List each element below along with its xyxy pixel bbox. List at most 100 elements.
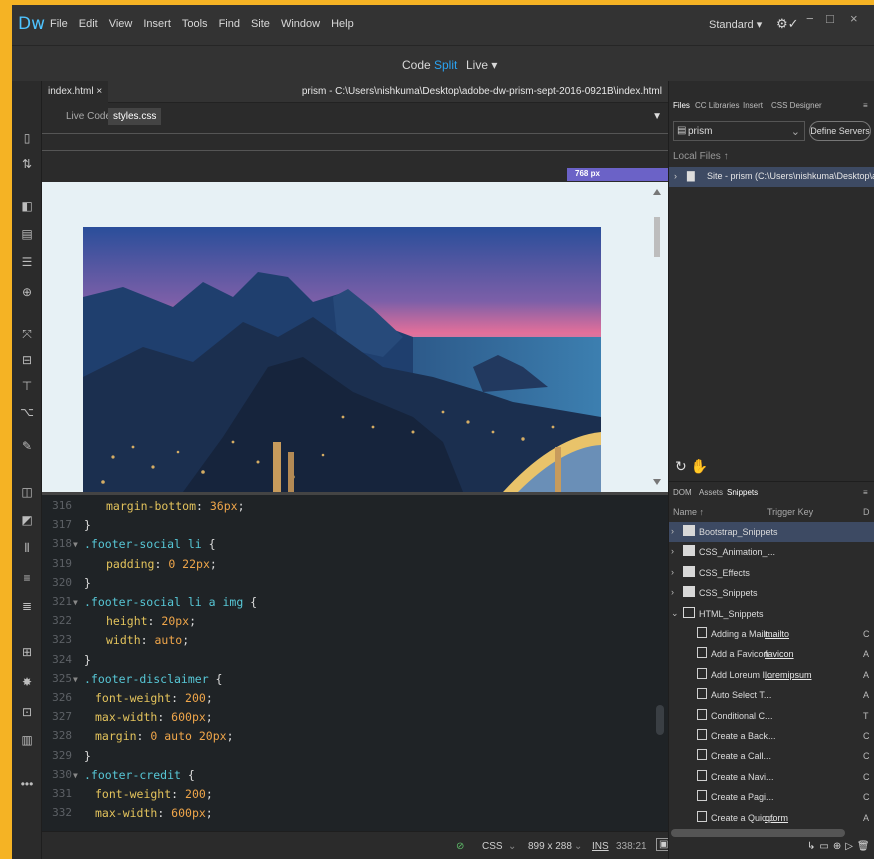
sun-icon[interactable]: ✸ (20, 675, 34, 689)
snippet-folder[interactable]: ⌄ HTML_Snippets (669, 604, 874, 624)
site-select[interactable]: ▤ prism ⌄ (673, 121, 805, 141)
fold-arrow-icon[interactable]: ▼ (73, 675, 78, 684)
snippet-icon[interactable]: ⊞ (20, 645, 34, 659)
snippets-menu-icon[interactable]: ≡ (863, 488, 868, 497)
document-type-select[interactable]: CSS (482, 841, 503, 852)
menu-view[interactable]: View (109, 18, 133, 30)
snippets-scrollbar[interactable] (671, 829, 845, 837)
menu-help[interactable]: Help (331, 18, 354, 30)
close-icon[interactable]: × (850, 11, 858, 26)
inspect-icon[interactable]: ▤ (20, 227, 34, 241)
screen-icon[interactable]: ⊡ (20, 705, 34, 719)
menu-site[interactable]: Site (251, 18, 270, 30)
left-toolbar: ▯ ⇅ ◧ ▤ ☰ ⊕ ⤧ ⊟ ⊤ ⌥ ✎ ◫ ◩ ⦀ ≡ ≣ ⊞ ✸ ⊡ ▥ … (12, 81, 42, 859)
insert-mode[interactable]: INS (592, 841, 609, 852)
snippet-item[interactable]: Create a Navi... C (669, 767, 874, 787)
viewport-width-indicator[interactable]: 768 px (567, 168, 668, 181)
site-root-row[interactable]: › ▇ Site - prism (C:\Users\nishkuma\Desk… (669, 167, 874, 187)
related-file-styles[interactable]: styles.css (108, 108, 162, 125)
snippet-item[interactable]: Adding a Mailt... mailto C (669, 624, 874, 644)
snippet-folder[interactable]: › Bootstrap_Snippets (669, 522, 874, 542)
language-dropdown-icon[interactable]: ⌄ (508, 841, 516, 852)
code-text: } (84, 518, 91, 532)
expand-icon[interactable]: ⤧ (20, 327, 34, 341)
expand-arrow-icon[interactable]: › (671, 587, 674, 597)
tab-snippets[interactable]: Snippets (727, 488, 758, 497)
snippet-trigger-key: qform (765, 812, 789, 823)
sync-settings-icon[interactable]: ⚙✓ (776, 16, 799, 32)
expand-arrow-icon[interactable]: › (671, 546, 674, 556)
menu-edit[interactable]: Edit (79, 18, 98, 30)
line-numbers-icon[interactable]: ☰ (20, 255, 34, 269)
snippet-item[interactable]: Add Loreum I... loremipsum A (669, 665, 874, 685)
define-servers-button[interactable]: Define Servers (809, 121, 871, 141)
menu-file[interactable]: File (50, 18, 68, 30)
tab-dom[interactable]: DOM (673, 488, 692, 497)
snippet-folder[interactable]: › CSS_Animation_... (669, 542, 874, 562)
snippet-folder[interactable]: › CSS_Snippets (669, 583, 874, 603)
line-number: 323 (52, 633, 72, 647)
snippet-item[interactable]: Create a Call... C (669, 746, 874, 766)
size-dropdown-icon[interactable]: ⌄ (574, 841, 582, 852)
tab-assets[interactable]: Assets (699, 488, 723, 497)
target-icon[interactable]: ⊕ (20, 285, 34, 299)
snippet-item[interactable]: Auto Select T... A (669, 685, 874, 705)
menu-find[interactable]: Find (219, 18, 240, 30)
tab-files[interactable]: Files (673, 101, 690, 110)
more-icon[interactable]: ••• (20, 777, 34, 791)
comment-icon[interactable]: ◫ (20, 485, 34, 499)
indent-icon[interactable]: ⦀ (20, 541, 34, 555)
collapse-full-icon[interactable]: ⊤ (20, 379, 34, 393)
fold-arrow-icon[interactable]: ▼ (73, 771, 78, 780)
snippet-actions-icon[interactable]: ↳▭⊕▷🗑 (807, 841, 874, 852)
tab-insert[interactable]: Insert (743, 101, 763, 110)
tab-cc-libraries[interactable]: CC Libraries (695, 101, 739, 110)
live-view-scrollbar[interactable] (651, 187, 663, 487)
chart-icon[interactable]: ▥ (20, 733, 34, 747)
pen-icon[interactable]: ✎ (20, 439, 34, 453)
view-split-button[interactable]: Split (434, 58, 457, 72)
minimize-icon[interactable]: − (806, 11, 814, 26)
no-errors-icon[interactable]: ⊘ (456, 841, 464, 852)
snippet-item[interactable]: Conditional C... T (669, 706, 874, 726)
snippet-item[interactable]: Create a Pagi... C (669, 787, 874, 807)
snippet-item[interactable]: Create a Quic... qform A (669, 808, 874, 828)
local-files-header[interactable]: Local Files ↑ (673, 151, 729, 162)
refresh-icon[interactable]: ↻ ✋ (675, 458, 708, 475)
window-size-select[interactable]: 899 x 288 (528, 841, 572, 852)
maximize-icon[interactable]: □ (826, 11, 834, 26)
outdent-icon[interactable]: ≡ (20, 571, 34, 585)
code-navigator-icon[interactable]: ◧ (20, 199, 34, 213)
view-code-button[interactable]: Code (402, 58, 431, 72)
live-code-button[interactable]: Live Code (66, 111, 111, 122)
remove-comment-icon[interactable]: ◩ (20, 513, 34, 527)
filter-icon[interactable]: ▼ (652, 111, 662, 122)
snippet-item[interactable]: Add a Favicon favicon A (669, 644, 874, 664)
open-documents-icon[interactable]: ▯ (20, 131, 34, 145)
description-column-header[interactable]: D (863, 507, 870, 517)
snippet-item[interactable]: Create a Back... C (669, 726, 874, 746)
trigger-key-column-header[interactable]: Trigger Key (767, 507, 813, 517)
menu-insert[interactable]: Insert (143, 18, 171, 30)
tab-css-designer[interactable]: CSS Designer (771, 101, 822, 110)
fold-arrow-icon[interactable]: ▼ (73, 540, 78, 549)
collapse-arrow-icon[interactable]: ⌄ (671, 608, 679, 619)
name-column-header[interactable]: Name ↑ (673, 507, 704, 517)
fold-arrow-icon[interactable]: ▼ (73, 598, 78, 607)
snippet-folder[interactable]: › CSS_Effects (669, 563, 874, 583)
code-editor[interactable]: 316 margin-bottom: 36px; 317} 318 ▼ .footer-s… (42, 495, 668, 831)
view-live-button[interactable]: Live ▾ (466, 58, 497, 72)
file-management-icon[interactable]: ⇅ (20, 157, 34, 171)
expand-arrow-icon[interactable]: › (674, 171, 677, 181)
wrap-tag-icon[interactable]: ⌥ (20, 405, 34, 419)
panel-menu-icon[interactable]: ≡ (863, 101, 868, 110)
workspace-switcher[interactable]: Standard ▾ (709, 18, 762, 31)
menu-window[interactable]: Window (281, 18, 320, 30)
format-icon[interactable]: ≣ (20, 599, 34, 613)
menu-tools[interactable]: Tools (182, 18, 208, 30)
document-tab[interactable]: index.html × (42, 81, 109, 103)
expand-arrow-icon[interactable]: › (671, 567, 674, 577)
code-scrollbar[interactable] (656, 705, 664, 735)
collapse-selection-icon[interactable]: ⊟ (20, 353, 34, 367)
expand-arrow-icon[interactable]: › (671, 526, 674, 536)
